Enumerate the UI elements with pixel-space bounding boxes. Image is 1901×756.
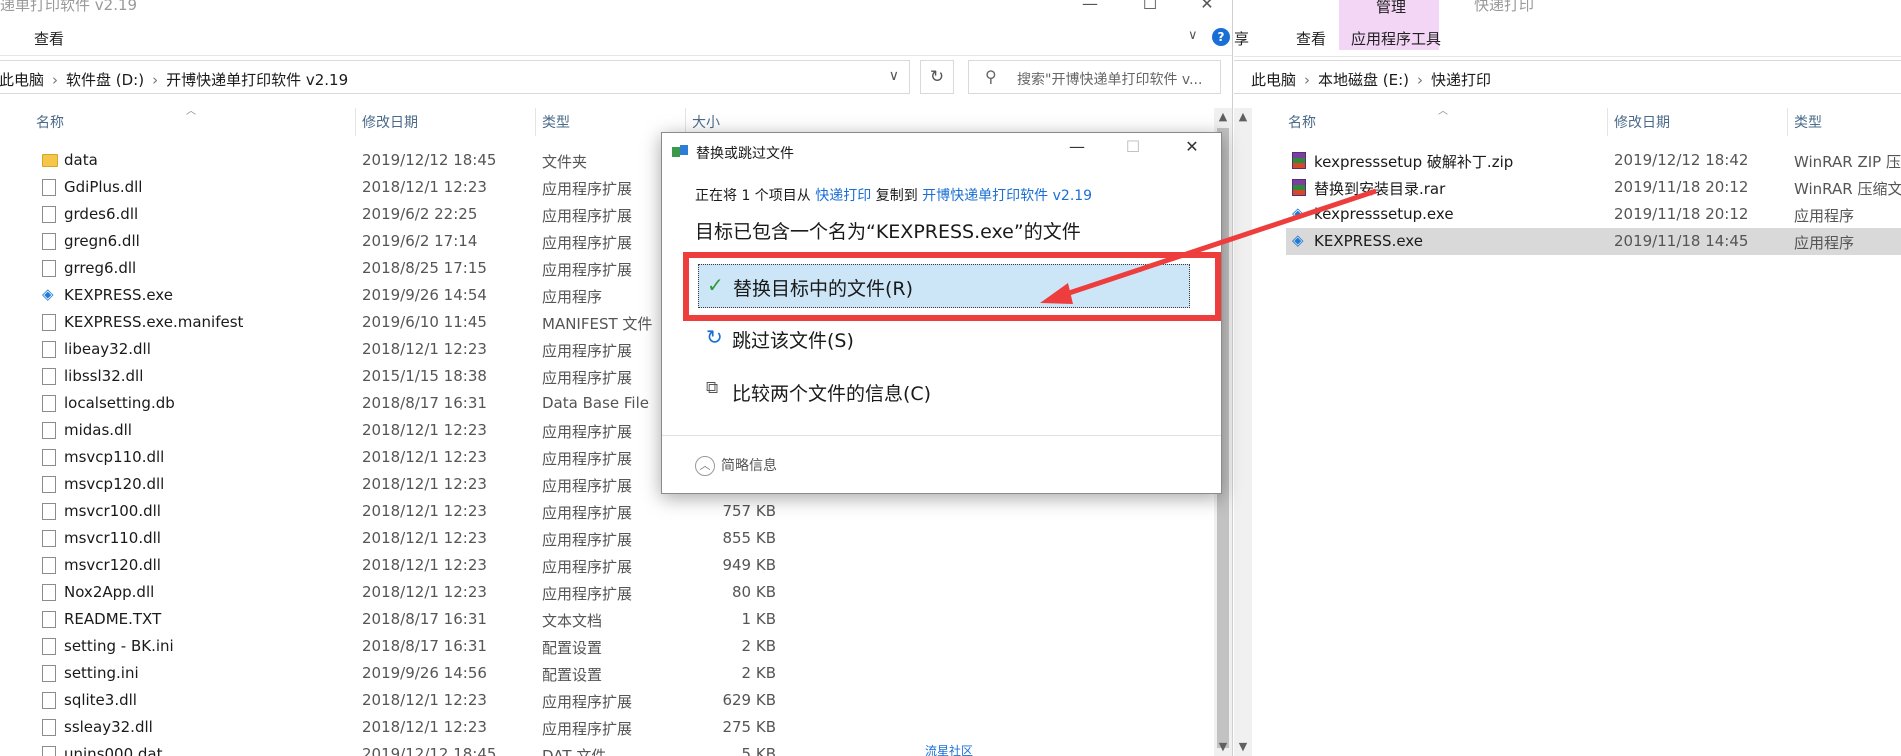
- annotation-arrow: [1040, 188, 1377, 304]
- annotation-arrow-head: [1040, 283, 1073, 304]
- annotation-arrow-line: [1053, 188, 1377, 301]
